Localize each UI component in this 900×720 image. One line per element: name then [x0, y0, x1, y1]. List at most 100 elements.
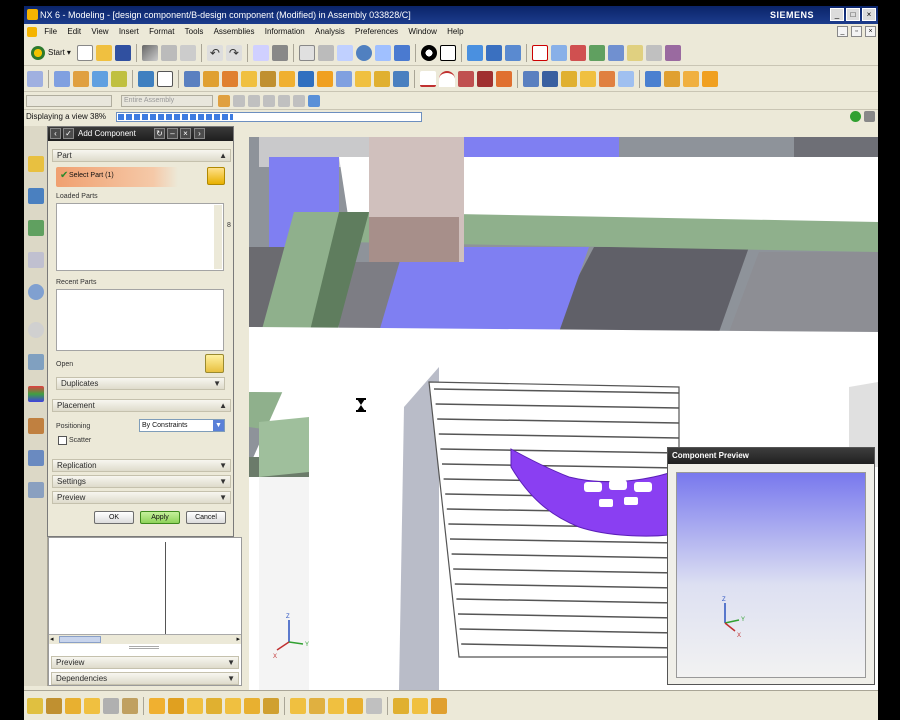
copy-icon[interactable] — [160, 44, 177, 61]
add-component-icon[interactable] — [138, 70, 154, 87]
menu-analysis[interactable]: Analysis — [311, 24, 349, 40]
component-preview-canvas[interactable]: Z Y X — [676, 472, 866, 678]
snap-grid-icon[interactable] — [218, 94, 230, 107]
make-displayed-part-icon[interactable] — [309, 698, 325, 714]
zoom-icon[interactable] — [317, 44, 334, 61]
select-part-row[interactable]: ✔ Select Part (1) — [56, 167, 178, 187]
mate-icon[interactable] — [84, 698, 100, 714]
mirror-icon[interactable] — [683, 70, 699, 87]
cylinder-icon[interactable] — [203, 70, 219, 87]
menu-preferences[interactable]: Preferences — [351, 24, 402, 40]
assembly-navigator-icon[interactable] — [27, 70, 43, 87]
dialog-close-icon[interactable]: × — [180, 128, 191, 139]
extrude-icon[interactable] — [73, 70, 89, 87]
selection-scope-dropdown[interactable]: Entire Assembly — [121, 94, 213, 107]
maximize-button[interactable]: □ — [846, 8, 860, 21]
system-scenes-tab-icon[interactable] — [28, 450, 44, 466]
filter-icon[interactable] — [645, 44, 662, 61]
constraint-navigator-tab-icon[interactable] — [28, 188, 44, 204]
groove-icon[interactable] — [355, 70, 371, 87]
make-work-part-icon[interactable] — [290, 698, 306, 714]
undo-icon[interactable]: ↶ — [206, 44, 223, 61]
background-icon[interactable] — [439, 44, 456, 61]
pocket-icon[interactable] — [298, 70, 314, 87]
pan-icon[interactable] — [374, 44, 391, 61]
dialog-collapse-icon[interactable]: ‹ — [50, 128, 61, 139]
part-navigator-tab-icon[interactable] — [28, 220, 44, 236]
list-resize-grip[interactable]: 8 — [227, 222, 231, 229]
start-button[interactable]: Start ▾ — [26, 44, 75, 62]
render-style-icon[interactable] — [420, 44, 437, 61]
split-body-icon[interactable] — [542, 70, 558, 87]
placement-section-header[interactable]: Placement ▲ — [52, 399, 231, 412]
menu-file[interactable]: File — [40, 24, 61, 40]
spline-icon[interactable] — [477, 70, 493, 87]
new-component-icon[interactable] — [157, 70, 173, 87]
snap-icon[interactable] — [664, 44, 681, 61]
orient-iso-icon[interactable] — [485, 44, 502, 61]
minimize-button[interactable]: _ — [830, 8, 844, 21]
reposition-icon[interactable] — [103, 698, 119, 714]
menu-view[interactable]: View — [87, 24, 112, 40]
assembly-navigator-tab-icon[interactable] — [28, 156, 44, 172]
assembly-constraints-icon[interactable] — [27, 698, 43, 714]
loaded-parts-list[interactable] — [56, 203, 224, 271]
hide-component-icon[interactable] — [328, 698, 344, 714]
wcs-icon[interactable] — [504, 44, 521, 61]
reuse-library-tab-icon[interactable] — [28, 252, 44, 268]
layer-icon[interactable] — [588, 44, 605, 61]
doc-minimize-button[interactable]: _ — [837, 26, 848, 37]
sweep-icon[interactable] — [111, 70, 127, 87]
web-browser-tab-icon[interactable] — [28, 284, 44, 300]
assembly-filter-icon[interactable] — [308, 94, 320, 107]
add-existing-icon[interactable] — [46, 698, 62, 714]
intersect-icon[interactable] — [599, 70, 615, 87]
sketch-icon[interactable] — [54, 70, 70, 87]
chamfer-icon[interactable] — [393, 70, 409, 87]
dialog-reset-icon[interactable]: ↻ — [154, 128, 165, 139]
open-folder-icon[interactable] — [95, 44, 112, 61]
apply-button[interactable]: Apply — [140, 511, 180, 524]
deselect-icon[interactable] — [569, 44, 586, 61]
duplicates-section-header[interactable]: Duplicates ▼ — [56, 377, 225, 390]
zoom-region-icon[interactable] — [336, 44, 353, 61]
sequence-icon[interactable] — [244, 698, 260, 714]
status-settings-icon[interactable] — [864, 111, 875, 122]
hide-icon[interactable] — [607, 44, 624, 61]
exploded-view-icon[interactable] — [225, 698, 241, 714]
measure-icon[interactable] — [550, 44, 567, 61]
check-clearance-icon[interactable] — [206, 698, 222, 714]
scroll-right-icon[interactable]: ▸ — [236, 635, 240, 643]
doc-restore-button[interactable]: ▫ — [851, 26, 862, 37]
preview-section-header[interactable]: Preview ▼ — [52, 491, 231, 504]
new-file-icon[interactable] — [76, 44, 93, 61]
horizontal-scrollbar[interactable]: ◂ ▸ — [49, 634, 241, 644]
project-curve-icon[interactable] — [496, 70, 512, 87]
cone-icon[interactable] — [222, 70, 238, 87]
history-tab-icon[interactable] — [28, 322, 44, 338]
replication-section-header[interactable]: Replication ▼ — [52, 459, 231, 472]
snap-center-icon[interactable] — [263, 94, 275, 107]
line-icon[interactable] — [420, 70, 436, 87]
positioning-dropdown[interactable]: By Constraints ▼ — [139, 419, 225, 432]
show-icon[interactable] — [626, 44, 643, 61]
component-properties-icon[interactable] — [431, 698, 447, 714]
recent-parts-list[interactable] — [56, 289, 224, 351]
menu-window[interactable]: Window — [404, 24, 440, 40]
system-materials-tab-icon[interactable] — [28, 354, 44, 370]
ok-button[interactable]: OK — [94, 511, 134, 524]
select-part-cube-icon[interactable] — [207, 167, 225, 185]
fit-icon[interactable] — [298, 44, 315, 61]
revolve-icon[interactable] — [92, 70, 108, 87]
create-new-icon[interactable] — [65, 698, 81, 714]
snap-point-icon[interactable] — [531, 44, 548, 61]
snap-end-icon[interactable] — [233, 94, 245, 107]
cut-icon[interactable] — [141, 44, 158, 61]
menu-tools[interactable]: Tools — [181, 24, 208, 40]
menu-edit[interactable]: Edit — [63, 24, 85, 40]
product-outline-icon[interactable] — [393, 698, 409, 714]
orient-view-icon[interactable] — [393, 44, 410, 61]
show-component-icon[interactable] — [347, 698, 363, 714]
array-icon[interactable] — [122, 698, 138, 714]
mirror-assembly-icon[interactable] — [149, 698, 165, 714]
